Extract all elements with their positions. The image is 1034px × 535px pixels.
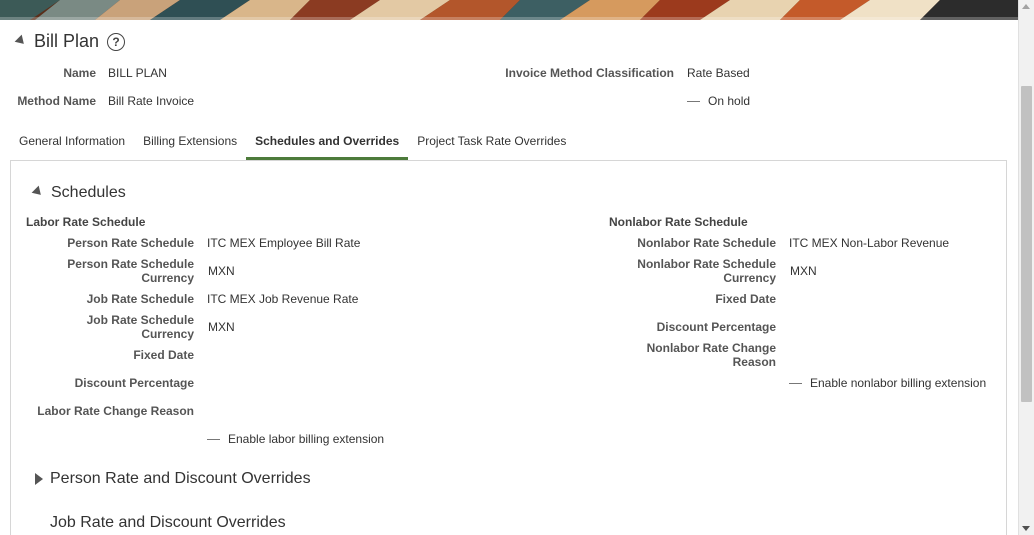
page-title: Bill Plan <box>34 31 100 51</box>
vertical-scrollbar[interactable] <box>1018 0 1034 535</box>
nonlabor-rate-schedule-value: ITC MEX Non-Labor Revenue <box>789 236 950 250</box>
person-rate-overrides-title[interactable]: Person Rate and Discount Overrides <box>50 470 311 488</box>
labor-fixed-date-label: Fixed Date <box>133 348 194 362</box>
checkbox-dash-icon <box>207 439 220 441</box>
collapse-triangle-icon[interactable] <box>31 185 45 199</box>
checkbox-dash-icon <box>789 383 802 385</box>
enable-nonlabor-billing-extension-label: Enable nonlabor billing extension <box>810 376 987 390</box>
tab-general-information[interactable]: General Information <box>10 124 134 160</box>
label-line: Currency <box>141 271 194 285</box>
header-banner <box>0 0 1018 20</box>
method-name-label: Method Name <box>17 94 96 108</box>
invoice-method-classification-label: Invoice Method Classification <box>505 66 674 80</box>
person-rate-schedule-currency-value: MXN <box>208 264 235 278</box>
labor-rate-schedule-heading: Labor Rate Schedule <box>26 215 146 229</box>
bill-plan-header: Bill Plan ? <box>14 31 126 52</box>
schedules-header: Schedules <box>31 184 126 202</box>
job-rate-schedule-currency-label: Job Rate Schedule Currency <box>20 313 194 341</box>
help-icon[interactable]: ? <box>107 32 126 51</box>
job-rate-schedule-value: ITC MEX Job Revenue Rate <box>207 292 359 306</box>
schedules-title: Schedules <box>51 184 126 201</box>
name-label: Name <box>63 66 96 80</box>
tab-billing-extensions[interactable]: Billing Extensions <box>134 124 246 160</box>
label-line: Nonlabor Rate Change <box>646 341 776 355</box>
person-rate-schedule-label: Person Rate Schedule <box>67 236 194 250</box>
person-rate-schedule-value: ITC MEX Employee Bill Rate <box>207 236 361 250</box>
job-rate-schedule-currency-value: MXN <box>208 320 235 334</box>
checkbox-dash-icon <box>687 101 700 103</box>
nonlabor-rate-schedule-heading: Nonlabor Rate Schedule <box>609 215 748 229</box>
label-line: Job Rate Schedule <box>86 313 194 327</box>
nonlabor-rate-schedule-currency-label: Nonlabor Rate Schedule Currency <box>600 257 776 285</box>
scroll-up-arrow-icon[interactable] <box>1022 4 1030 9</box>
label-line: Nonlabor Rate Schedule <box>637 257 776 271</box>
expand-triangle-icon[interactable] <box>35 473 43 485</box>
nonlabor-discount-percentage-label: Discount Percentage <box>656 320 776 334</box>
on-hold-checkbox[interactable]: On hold <box>687 94 750 108</box>
label-line: Currency <box>723 271 776 285</box>
scroll-down-arrow-icon[interactable] <box>1022 526 1030 531</box>
tab-schedules-and-overrides[interactable]: Schedules and Overrides <box>246 124 409 160</box>
invoice-method-classification-value: Rate Based <box>687 66 750 80</box>
on-hold-label: On hold <box>708 94 751 108</box>
nonlabor-rate-change-reason-label: Nonlabor Rate Change Reason <box>600 341 776 369</box>
job-rate-overrides-title[interactable]: Job Rate and Discount Overrides <box>50 514 286 532</box>
label-line: Currency <box>141 327 194 341</box>
tab-bar: General Information Billing Extensions S… <box>10 124 575 160</box>
nonlabor-fixed-date-label: Fixed Date <box>715 292 776 306</box>
person-rate-overrides-header[interactable]: Person Rate and Discount Overrides <box>35 470 311 488</box>
enable-nonlabor-billing-extension-checkbox[interactable]: Enable nonlabor billing extension <box>789 376 986 390</box>
scrollbar-thumb[interactable] <box>1021 86 1032 402</box>
nonlabor-rate-schedule-label: Nonlabor Rate Schedule <box>637 236 776 250</box>
method-name-value: Bill Rate Invoice <box>108 94 195 108</box>
name-value: BILL PLAN <box>108 66 167 80</box>
job-rate-overrides-header[interactable]: Job Rate and Discount Overrides <box>50 514 286 532</box>
enable-labor-billing-extension-label: Enable labor billing extension <box>228 432 385 446</box>
enable-labor-billing-extension-checkbox[interactable]: Enable labor billing extension <box>207 432 384 446</box>
nonlabor-rate-schedule-currency-value: MXN <box>790 264 817 278</box>
label-line: Reason <box>732 355 776 369</box>
job-rate-schedule-label: Job Rate Schedule <box>86 292 194 306</box>
labor-discount-percentage-label: Discount Percentage <box>74 376 194 390</box>
person-rate-schedule-currency-label: Person Rate Schedule Currency <box>20 257 194 285</box>
labor-rate-change-reason-label: Labor Rate Change Reason <box>37 404 194 418</box>
collapse-triangle-icon[interactable] <box>14 34 28 47</box>
label-line: Person Rate Schedule <box>67 257 194 271</box>
tab-project-task-rate-overrides[interactable]: Project Task Rate Overrides <box>408 124 575 160</box>
